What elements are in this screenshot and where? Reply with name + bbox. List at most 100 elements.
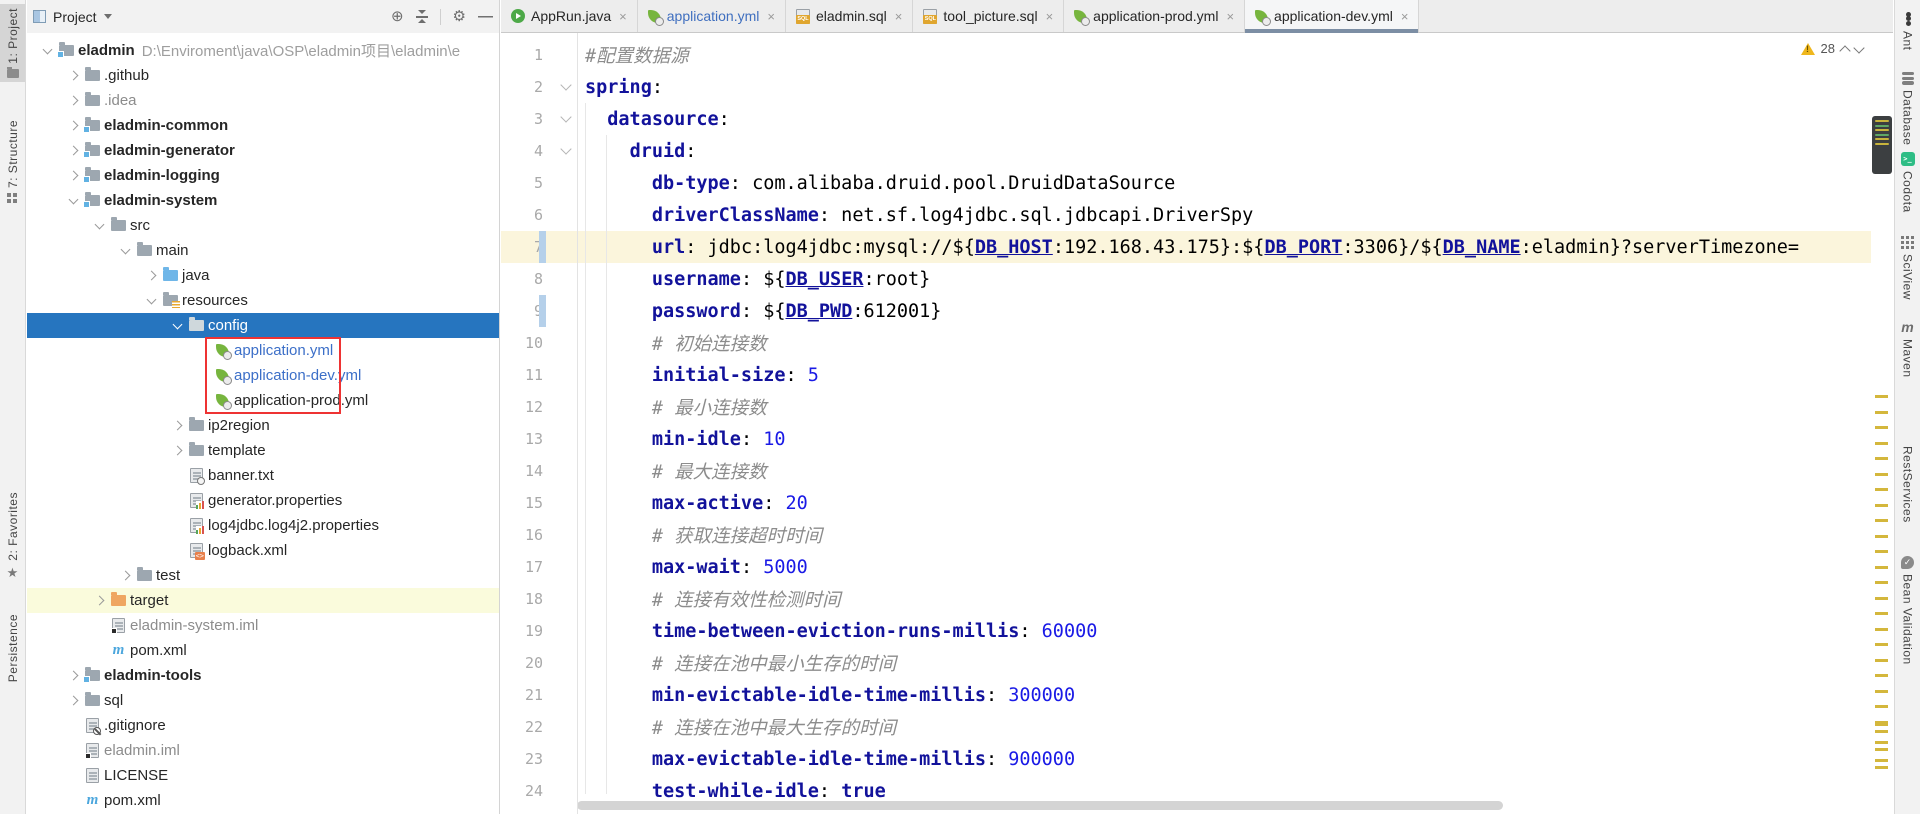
settings-gear-icon[interactable]: ⚙ <box>453 9 466 24</box>
chevron-down-icon[interactable] <box>39 44 56 54</box>
code-line[interactable]: 9 password: ${DB_PWD:612001} <box>501 295 1893 327</box>
next-warning-icon[interactable] <box>1853 41 1865 54</box>
tree-item-eladmin-generator[interactable]: eladmin-generator <box>27 138 499 163</box>
warning-stripe-mark[interactable] <box>1875 596 1888 600</box>
chevron-right-icon[interactable] <box>65 95 82 106</box>
tool-button-2-favorites[interactable]: 2: Favorites ★ <box>0 488 25 583</box>
warning-stripe-mark[interactable] <box>1875 658 1888 662</box>
locate-icon[interactable]: ⊕ <box>391 9 404 24</box>
warning-stripe-mark[interactable] <box>1875 472 1888 476</box>
tool-button-maven[interactable]: m Maven <box>1895 316 1920 382</box>
code-line[interactable]: 8 username: ${DB_USER:root} <box>501 263 1893 295</box>
tree-item-eladmin-iml[interactable]: eladmin.iml <box>27 738 499 763</box>
previous-warning-icon[interactable] <box>1839 44 1851 57</box>
fold-region-icon[interactable] <box>560 143 572 155</box>
code-line[interactable]: 16 # 获取连接超时时间 <box>501 519 1893 551</box>
code-line[interactable]: 1 #配置数据源 <box>501 39 1893 71</box>
warning-stripe-mark[interactable] <box>1875 550 1888 553</box>
tool-button-database[interactable]: Database <box>1895 68 1920 149</box>
tab-eladmin-sql[interactable]: eladmin.sql × <box>786 0 914 32</box>
code-line[interactable]: 2 spring: <box>501 71 1893 103</box>
warning-stripe-mark[interactable] <box>1875 766 1888 769</box>
warning-stripe-mark[interactable] <box>1875 426 1888 429</box>
tree-item-src[interactable]: src <box>27 213 499 238</box>
code-line[interactable]: 3 datasource: <box>501 103 1893 135</box>
chevron-down-icon[interactable] <box>169 319 186 329</box>
tool-button-1-project[interactable]: 1: Project <box>0 4 25 82</box>
close-icon[interactable]: × <box>1401 9 1409 24</box>
tab-application-prod-yml[interactable]: application-prod.yml × <box>1064 0 1246 32</box>
code-line[interactable]: 13 min-idle: 10 <box>501 423 1893 455</box>
tree-item-sql[interactable]: sql <box>27 688 499 713</box>
tree-item-license[interactable]: LICENSE <box>27 763 499 788</box>
warning-stripe-mark[interactable] <box>1875 748 1888 751</box>
tab-tool-picture-sql[interactable]: tool_picture.sql × <box>913 0 1065 32</box>
code-line[interactable]: 17 max-wait: 5000 <box>501 551 1893 583</box>
chevron-down-icon[interactable] <box>65 194 82 204</box>
warning-stripe-mark[interactable] <box>1875 534 1888 538</box>
fold-region-icon[interactable] <box>560 111 572 123</box>
warning-stripe-mark[interactable] <box>1875 441 1888 445</box>
warning-stripe-mark[interactable] <box>1875 410 1888 414</box>
tree-item-pom-xml[interactable]: m pom.xml <box>27 788 499 813</box>
hide-panel-icon[interactable]: — <box>478 8 493 25</box>
tree-item-config[interactable]: config <box>27 313 499 338</box>
warning-stripe-mark[interactable] <box>1875 581 1888 584</box>
code-line[interactable]: 12 # 最小连接数 <box>501 391 1893 423</box>
tree-item-gitignore[interactable]: .gitignore <box>27 713 499 738</box>
editor-body[interactable]: 1 #配置数据源 2 spring: 3 datasource: 4 druid: 5 db… <box>501 33 1893 814</box>
warning-stripe-mark[interactable] <box>1875 612 1888 615</box>
project-panel-title[interactable]: Project <box>53 9 97 25</box>
chevron-down-icon[interactable] <box>103 14 112 19</box>
tree-item-main[interactable]: main <box>27 238 499 263</box>
error-stripe-scrollbar[interactable] <box>1871 33 1893 814</box>
tree-item-eladmin-system[interactable]: eladmin-system <box>27 188 499 213</box>
tree-item-test[interactable]: test <box>27 563 499 588</box>
tab-application-dev-yml[interactable]: application-dev.yml × <box>1245 0 1420 33</box>
collapse-all-icon[interactable] <box>415 10 428 23</box>
tree-item-application-yml[interactable]: application.yml <box>27 338 499 363</box>
close-icon[interactable]: × <box>1226 9 1234 24</box>
code-line[interactable]: 20 # 连接在池中最小生存的时间 <box>501 647 1893 679</box>
warning-stripe-mark[interactable] <box>1875 759 1888 762</box>
tool-button-sciview[interactable]: SciView <box>1895 232 1920 304</box>
tree-item-eladmin-logging[interactable]: eladmin-logging <box>27 163 499 188</box>
chevron-down-icon[interactable] <box>91 219 108 229</box>
chevron-right-icon[interactable] <box>143 270 160 281</box>
code-line[interactable]: 21 min-evictable-idle-time-millis: 30000… <box>501 679 1893 711</box>
horizontal-scrollbar-thumb[interactable] <box>577 801 1503 810</box>
tool-button-ant[interactable]: Ant <box>1895 8 1920 55</box>
code-line[interactable]: 14 # 最大连接数 <box>501 455 1893 487</box>
close-icon[interactable]: × <box>767 9 775 24</box>
tree-item-template[interactable]: template <box>27 438 499 463</box>
warning-stripe-mark[interactable] <box>1875 395 1888 398</box>
code-line[interactable]: 4 druid: <box>501 135 1893 167</box>
chevron-right-icon[interactable] <box>65 70 82 81</box>
warning-stripe-mark[interactable] <box>1875 519 1888 522</box>
code-line[interactable]: 7 url: jdbc:log4jdbc:mysql://${DB_HOST:1… <box>501 231 1893 263</box>
warning-stripe-mark[interactable] <box>1875 627 1888 631</box>
close-icon[interactable]: × <box>1046 9 1054 24</box>
code-line[interactable]: 19 time-between-eviction-runs-millis: 60… <box>501 615 1893 647</box>
tree-item-ip2region[interactable]: ip2region <box>27 413 499 438</box>
close-icon[interactable]: × <box>619 9 627 24</box>
warning-stripe-mark[interactable] <box>1875 643 1888 646</box>
tool-button-persistence[interactable]: Persistence <box>0 610 25 686</box>
tree-item-resources[interactable]: resources <box>27 288 499 313</box>
chevron-right-icon[interactable] <box>65 145 82 156</box>
code-line[interactable]: 23 max-evictable-idle-time-millis: 90000… <box>501 743 1893 775</box>
tree-item-generator-properties[interactable]: generator.properties <box>27 488 499 513</box>
chevron-right-icon[interactable] <box>65 120 82 131</box>
tree-item-target[interactable]: target <box>27 588 499 613</box>
chevron-right-icon[interactable] <box>65 670 82 681</box>
tree-item-log4jdbc-log4j2-properties[interactable]: log4jdbc.log4j2.properties <box>27 513 499 538</box>
code-line[interactable]: 11 initial-size: 5 <box>501 359 1893 391</box>
warning-stripe-mark[interactable] <box>1875 705 1888 708</box>
tool-button-restservices[interactable]: RestServices <box>1895 442 1920 527</box>
code-line[interactable]: 10 # 初始连接数 <box>501 327 1893 359</box>
tree-item-application-dev-yml[interactable]: application-dev.yml <box>27 363 499 388</box>
tree-item-eladmin-tools[interactable]: eladmin-tools <box>27 663 499 688</box>
code-line[interactable]: 15 max-active: 20 <box>501 487 1893 519</box>
tree-item-github[interactable]: .github <box>27 63 499 88</box>
chevron-right-icon[interactable] <box>91 595 108 606</box>
